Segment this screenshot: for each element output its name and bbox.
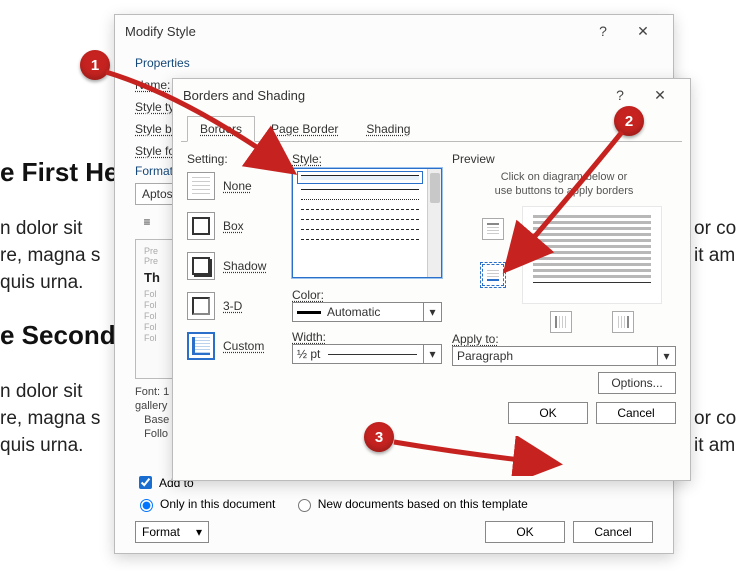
- modify-titlebar: Modify Style ? ✕: [115, 15, 673, 47]
- setting-3d-label: 3-D: [223, 299, 242, 313]
- tab-borders[interactable]: Borders: [187, 116, 255, 142]
- doc-heading-1: e First He: [0, 157, 119, 188]
- border-right-button[interactable]: [612, 311, 634, 333]
- only-doc-label: Only in this document: [160, 497, 275, 511]
- modify-ok-button[interactable]: OK: [485, 521, 565, 543]
- dropdown-icon: ▾: [423, 303, 441, 321]
- style-listbox[interactable]: [292, 168, 442, 278]
- doc-paragraph-right-2: or co it am: [694, 405, 736, 459]
- doc-paragraph-2: n dolor sit re, magna s quis urna.: [0, 378, 100, 459]
- setting-label: Setting:: [187, 152, 282, 166]
- setting-none[interactable]: None: [187, 166, 282, 206]
- format-button[interactable]: Format ▾: [135, 521, 209, 543]
- style-line-dash4[interactable]: [301, 239, 419, 240]
- align-left-icon[interactable]: ≡: [135, 211, 159, 233]
- help-button[interactable]: ?: [583, 23, 623, 39]
- dropdown-icon: ▾: [657, 347, 675, 365]
- callout-2: 2: [614, 106, 644, 136]
- borders-title: Borders and Shading: [183, 88, 305, 103]
- setting-custom-label: Custom: [223, 339, 264, 353]
- style-line-dash3[interactable]: [301, 229, 419, 230]
- width-sample-line: [328, 354, 417, 355]
- new-docs-label: New documents based on this template: [318, 497, 528, 511]
- format-btn-label: Format: [142, 525, 180, 539]
- style-line-solid[interactable]: [301, 175, 419, 180]
- border-bottom-button[interactable]: [482, 264, 504, 286]
- width-value: ½ pt: [297, 347, 320, 361]
- color-label: Color:: [292, 288, 442, 302]
- border-left-button[interactable]: [550, 311, 572, 333]
- help-button[interactable]: ?: [600, 87, 640, 103]
- preview-hint: Click on diagram below or use buttons to…: [452, 170, 676, 198]
- setting-custom[interactable]: Custom: [187, 326, 282, 366]
- doc-paragraph-1: n dolor sit re, magna s quis urna.: [0, 215, 100, 296]
- setting-none-label: None: [223, 179, 252, 193]
- style-label: Style:: [292, 152, 442, 166]
- tab-shading[interactable]: Shading: [354, 117, 422, 141]
- color-value: Automatic: [327, 305, 380, 319]
- modify-title: Modify Style: [125, 24, 196, 39]
- borders-shading-dialog: Borders and Shading ? ✕ Borders Page Bor…: [172, 78, 691, 481]
- width-combo[interactable]: ½ pt ▾: [292, 344, 442, 364]
- style-line-dash1[interactable]: [301, 209, 419, 210]
- border-top-button[interactable]: [482, 218, 504, 240]
- doc-heading-2: e Second: [0, 320, 116, 351]
- borders-ok-button[interactable]: OK: [508, 402, 588, 424]
- borders-cancel-button[interactable]: Cancel: [596, 402, 676, 424]
- preview-diagram[interactable]: [472, 206, 676, 326]
- setting-box[interactable]: Box: [187, 206, 282, 246]
- only-this-doc-radio[interactable]: Only in this document: [135, 496, 275, 512]
- borders-titlebar: Borders and Shading ? ✕: [173, 79, 690, 111]
- callout-1: 1: [80, 50, 110, 80]
- new-docs-radio[interactable]: New documents based on this template: [293, 496, 528, 512]
- close-button[interactable]: ✕: [623, 23, 663, 40]
- apply-to-value: Paragraph: [457, 349, 513, 363]
- dropdown-icon: ▾: [423, 345, 441, 363]
- setting-shadow-label: Shadow: [223, 259, 266, 273]
- properties-heading: Properties: [135, 56, 653, 70]
- doc-paragraph-right-1: or co it am: [694, 215, 736, 269]
- color-combo[interactable]: Automatic ▾: [292, 302, 442, 322]
- color-swatch-icon: [297, 311, 321, 314]
- tab-page-border[interactable]: Page Border: [259, 117, 350, 141]
- width-label: Width:: [292, 330, 442, 344]
- setting-shadow[interactable]: Shadow: [187, 246, 282, 286]
- apply-to-label: Apply to:: [452, 332, 676, 346]
- options-button[interactable]: Options...: [598, 372, 676, 394]
- setting-box-label: Box: [223, 219, 244, 233]
- scrollbar[interactable]: [427, 169, 441, 277]
- style-line-dash2[interactable]: [301, 219, 419, 220]
- setting-3d[interactable]: 3-D: [187, 286, 282, 326]
- close-button[interactable]: ✕: [640, 87, 680, 104]
- style-line[interactable]: [301, 189, 419, 190]
- modify-cancel-button[interactable]: Cancel: [573, 521, 653, 543]
- style-line-dot[interactable]: [301, 199, 419, 200]
- callout-3: 3: [364, 422, 394, 452]
- preview-label: Preview: [452, 152, 676, 166]
- apply-to-combo[interactable]: Paragraph ▾: [452, 346, 676, 366]
- menu-down-icon: ▾: [196, 525, 202, 539]
